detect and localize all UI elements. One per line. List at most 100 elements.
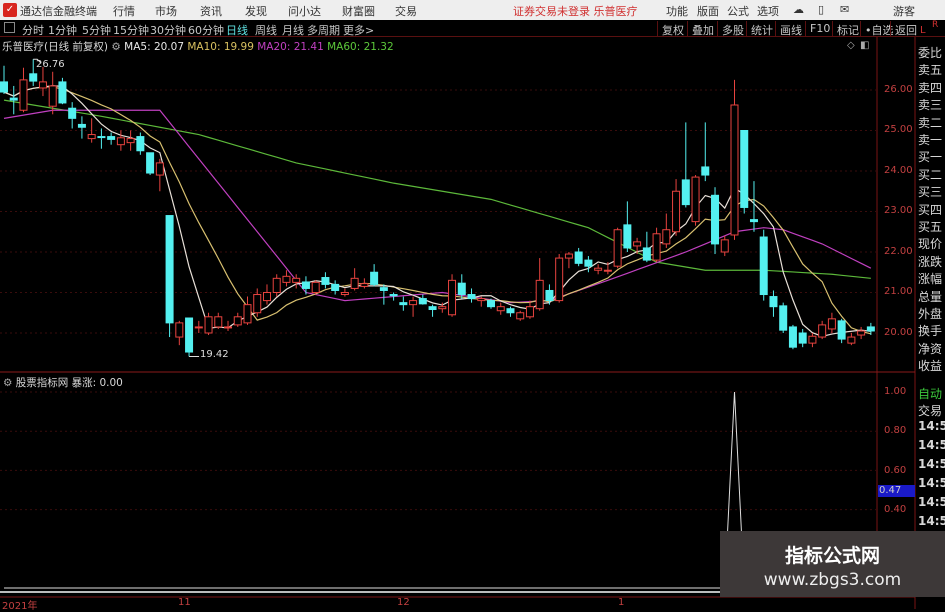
candle-up <box>652 233 661 261</box>
quote-field-label: 收益 <box>918 359 943 374</box>
candle-down <box>467 294 476 300</box>
indicator-value: 暴涨: 0.00 <box>71 377 123 389</box>
candle-up <box>691 176 700 223</box>
candle-down <box>370 271 379 285</box>
indicator-settings-icon[interactable]: ⚙ <box>3 377 12 389</box>
candle-down <box>399 302 408 306</box>
candle-up <box>262 292 271 302</box>
x-tick: 12 <box>397 597 410 608</box>
candle-down <box>788 326 797 348</box>
candle-down <box>9 97 18 101</box>
low-marker: 19.42 <box>200 349 229 360</box>
candle-down <box>866 326 875 332</box>
quote-field-label: 外盘 <box>918 307 943 321</box>
quote-field-label: 净资 <box>918 341 943 356</box>
price-tick: 26.00 <box>884 84 913 95</box>
candle-down <box>321 277 330 285</box>
trade-time: 14:56 <box>918 514 945 528</box>
trade-time: 14:56 <box>918 438 945 452</box>
trade-time: 14:56 <box>918 457 945 471</box>
candle-down <box>506 308 515 314</box>
price-tick: 21.00 <box>884 286 913 297</box>
candle-down <box>301 281 310 289</box>
candle-up <box>253 294 262 314</box>
watermark: 指标公式网 www.zbgs3.com <box>720 531 945 597</box>
indicator-header: ⚙ 股票指标网 暴涨: 0.00 <box>3 375 123 390</box>
candle-up <box>272 277 281 294</box>
candle-down <box>418 298 427 305</box>
candle-up <box>438 306 447 310</box>
candle-up <box>224 326 233 329</box>
candle-down <box>107 136 116 140</box>
quote-field-label: 现价 <box>918 237 943 252</box>
quote-field-label: 卖五 <box>918 63 943 78</box>
candle-up <box>194 326 203 329</box>
price-tick: 24.00 <box>884 165 913 176</box>
quote-field-label: 卖三 <box>918 98 943 113</box>
price-tick: 22.00 <box>884 246 913 257</box>
candle-up <box>155 162 164 176</box>
candle-up <box>282 275 291 283</box>
candle-down <box>379 287 388 291</box>
ma10-line <box>3 86 872 335</box>
candle-down <box>0 81 8 93</box>
candle-up <box>847 336 856 344</box>
candle-up <box>555 257 564 302</box>
quote-field-label: 买三 <box>918 185 943 200</box>
candle-up <box>730 104 739 236</box>
candle-down <box>428 306 437 311</box>
candle-up <box>857 330 866 336</box>
indicator-tick: 0.40 <box>884 504 907 515</box>
candle-down <box>749 219 758 223</box>
candle-up <box>818 324 827 338</box>
candle-down <box>185 317 194 353</box>
candle-up <box>340 292 349 296</box>
candle-down <box>545 289 554 302</box>
candle-down <box>574 251 583 264</box>
candle-down <box>97 136 106 139</box>
candle-down <box>457 282 466 296</box>
candle-down <box>29 73 38 82</box>
candle-down <box>165 215 174 324</box>
candle-down <box>487 300 495 308</box>
quote-field-label: 买五 <box>918 220 943 234</box>
candle-up <box>87 134 96 140</box>
auto-trade-label[interactable]: 自动 <box>918 385 942 402</box>
candle-up <box>311 281 320 293</box>
candle-down <box>623 224 632 249</box>
candle-down <box>58 81 67 104</box>
watermark-url: www.zbgs3.com <box>763 570 902 590</box>
candle-up <box>477 298 486 302</box>
candle-up <box>594 267 603 271</box>
candle-down <box>759 236 768 296</box>
candle-down <box>740 130 749 208</box>
trade-time: 14:56 <box>918 419 945 433</box>
indicator-tick: 0.60 <box>884 465 907 476</box>
price-tick: 20.00 <box>884 327 913 338</box>
candle-up <box>564 253 573 259</box>
quote-field-label: 买一 <box>918 150 943 165</box>
quote-field-label: 卖四 <box>918 80 943 95</box>
candle-down <box>584 259 593 267</box>
quote-field-label: 委比 <box>918 46 943 60</box>
x-tick: 11 <box>178 597 191 608</box>
candle-down <box>136 136 145 152</box>
x-tick: 1 <box>618 597 625 608</box>
candle-up <box>808 335 817 344</box>
quote-field-label: 买四 <box>918 202 943 217</box>
candle-up <box>525 306 534 318</box>
trade-label[interactable]: 交易 <box>918 402 942 419</box>
price-chart[interactable] <box>0 0 945 609</box>
indicator-tick: 0.80 <box>884 425 907 436</box>
candle-down <box>769 296 778 308</box>
candle-up <box>19 79 28 111</box>
trade-time: 14:56 <box>918 476 945 490</box>
x-tick: 2021年 <box>2 601 38 612</box>
watermark-name: 指标公式网 <box>784 545 880 567</box>
candle-down <box>68 107 77 119</box>
high-marker: 26.76 <box>36 59 65 70</box>
quote-field-label: 总量 <box>918 289 943 304</box>
indicator-tick: 1.00 <box>884 386 907 397</box>
candle-up <box>827 318 836 330</box>
candle-up <box>603 269 612 272</box>
